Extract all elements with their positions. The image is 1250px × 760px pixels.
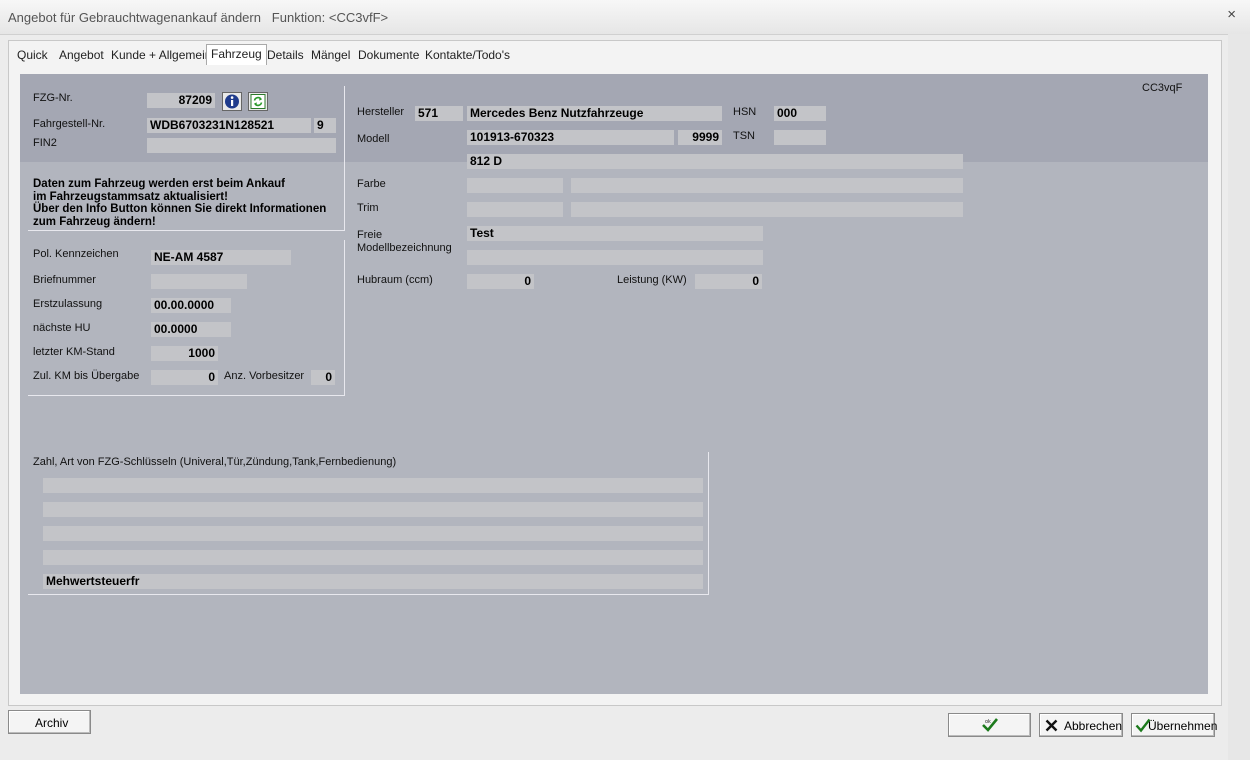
tsn-field[interactable] xyxy=(774,130,826,145)
vorbesitzer-label: Anz. Vorbesitzer xyxy=(224,370,305,382)
tab-kunde-allgemein[interactable]: Kunde + Allgemein xyxy=(111,48,211,62)
vat-field[interactable]: Mehwertsteuerfr xyxy=(43,574,703,589)
vorbesitzer-field[interactable]: 0 xyxy=(311,370,335,385)
keys-line-field[interactable] xyxy=(43,550,703,565)
fahrzeug-panel: CC3vqF FZG-Nr. 87209 Fahrgestell-Nr. WDB… xyxy=(20,74,1208,694)
trim-text-field[interactable] xyxy=(571,202,963,217)
abbrechen-button-label: Abbrechen xyxy=(1064,719,1123,733)
info-icon xyxy=(225,94,239,109)
title-bar: Angebot für Gebrauchtwagenankauf ändern … xyxy=(0,0,1250,35)
freie-label: Freie xyxy=(357,229,383,241)
info-button[interactable] xyxy=(222,92,242,111)
keys-line-field[interactable] xyxy=(43,478,703,493)
modell-label: Modell xyxy=(357,133,390,145)
window-edge xyxy=(1228,34,1250,760)
close-icon[interactable]: × xyxy=(1227,6,1236,23)
modell-field[interactable]: 101913-670323 xyxy=(467,130,674,145)
fzg-nr-field[interactable]: 87209 xyxy=(147,93,215,108)
tab-maengel[interactable]: Mängel xyxy=(311,48,350,62)
tab-details[interactable]: Details xyxy=(267,48,304,62)
zul-km-field[interactable]: 0 xyxy=(151,370,218,385)
zul-km-label: Zul. KM bis Übergabe xyxy=(33,370,140,382)
trim-code-field[interactable] xyxy=(467,202,563,217)
function-code: CC3vqF xyxy=(1142,82,1183,94)
tab-angebot[interactable]: Angebot xyxy=(59,48,104,62)
keys-line-field[interactable] xyxy=(43,526,703,541)
fahrgestell-field[interactable]: WDB6703231N128521 xyxy=(147,118,311,133)
abbrechen-button[interactable]: Abbrechen xyxy=(1039,713,1123,737)
naechste-hu-label: nächste HU xyxy=(33,322,91,334)
erstzulassung-field[interactable]: 00.00.0000 xyxy=(151,298,231,313)
note-line: Daten zum Fahrzeug werden erst beim Anka… xyxy=(33,178,285,190)
farbe-code-field[interactable] xyxy=(467,178,563,193)
keys-label: Zahl, Art von FZG-Schlüsseln (Univeral,T… xyxy=(33,456,397,468)
briefnummer-field[interactable] xyxy=(151,274,247,289)
kennzeichen-field[interactable]: NE-AM 4587 xyxy=(151,250,291,265)
hersteller-label: Hersteller xyxy=(357,106,405,118)
svg-text:ok: ok xyxy=(985,719,991,725)
cancel-x-icon xyxy=(1045,719,1058,732)
modell-name-field[interactable]: 812 D xyxy=(467,154,963,169)
farbe-label: Farbe xyxy=(357,178,386,190)
erstzulassung-label: Erstzulassung xyxy=(33,298,103,310)
note-line: zum Fahrzeug ändern! xyxy=(33,215,156,228)
ok-check-icon: ok xyxy=(982,718,999,732)
fzg-nr-label: FZG-Nr. xyxy=(33,92,73,104)
ok-button[interactable]: ok xyxy=(948,713,1031,737)
hsn-label: HSN xyxy=(733,106,757,118)
note-line: Über den Info Button können Sie direkt I… xyxy=(33,203,327,215)
hersteller-name-field[interactable]: Mercedes Benz Nutzfahrzeuge xyxy=(467,106,722,121)
tab-fahrzeug[interactable]: Fahrzeug xyxy=(206,44,267,65)
modellbezeichnung-label: Modellbezeichnung xyxy=(357,242,452,254)
refresh-icon xyxy=(250,94,266,109)
farbe-text-field[interactable] xyxy=(571,178,963,193)
trim-label: Trim xyxy=(357,202,379,214)
dialog-window: Quick Angebot Kunde + Allgemein Fahrzeug… xyxy=(8,40,1222,706)
fahrgestell-check-field[interactable]: 9 xyxy=(314,118,336,133)
fin2-label: FIN2 xyxy=(33,137,57,149)
note-line: im Fahrzeugstammsatz aktualisiert! xyxy=(33,190,228,203)
freie-bezeichnung-field-1[interactable]: Test xyxy=(467,226,763,241)
freie-bezeichnung-field-2[interactable] xyxy=(467,250,763,265)
archiv-button[interactable]: Archiv xyxy=(8,710,91,734)
tsn-label: TSN xyxy=(733,130,755,142)
tab-kontakte-todos[interactable]: Kontakte/Todo's xyxy=(425,48,510,62)
kennzeichen-label: Pol. Kennzeichen xyxy=(33,248,119,260)
uebernehmen-button-label: Übernehmen xyxy=(1148,719,1218,733)
tab-quick[interactable]: Quick xyxy=(17,48,48,62)
km-stand-label: letzter KM-Stand xyxy=(33,346,115,358)
keys-line-field[interactable] xyxy=(43,502,703,517)
briefnummer-label: Briefnummer xyxy=(33,274,96,286)
fahrgestell-label: Fahrgestell-Nr. xyxy=(33,118,106,130)
hubraum-field[interactable]: 0 xyxy=(467,274,534,289)
hsn-field[interactable]: 000 xyxy=(774,106,826,121)
hubraum-label: Hubraum (ccm) xyxy=(357,274,433,286)
info-note: Daten zum Fahrzeug werden erst beim Anka… xyxy=(33,178,326,228)
naechste-hu-field[interactable]: 00.0000 xyxy=(151,322,231,337)
fin2-field[interactable] xyxy=(147,138,336,153)
leistung-field[interactable]: 0 xyxy=(695,274,762,289)
uebernehmen-button[interactable]: Übernehmen xyxy=(1131,713,1218,737)
modell-num-field[interactable]: 9999 xyxy=(678,130,722,145)
tab-dokumente[interactable]: Dokumente xyxy=(358,48,419,62)
window-title: Angebot für Gebrauchtwagenankauf ändern … xyxy=(8,10,389,25)
hersteller-code-field[interactable]: 571 xyxy=(415,106,463,121)
leistung-label: Leistung (KW) xyxy=(617,274,687,286)
archiv-button-label: Archiv xyxy=(35,716,69,730)
km-stand-field[interactable]: 1000 xyxy=(151,346,218,361)
refresh-button[interactable] xyxy=(248,92,268,111)
